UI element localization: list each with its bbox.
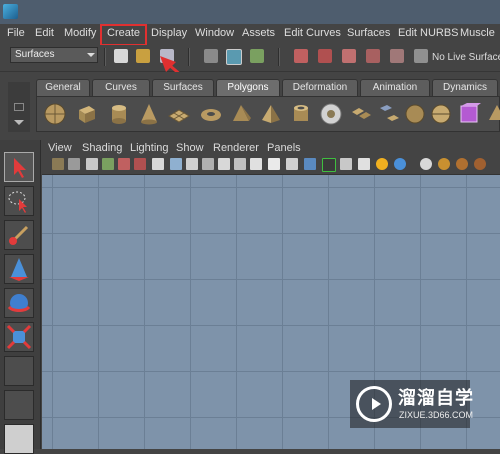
poly-cone-icon[interactable] xyxy=(137,102,161,126)
paint-brush-icon xyxy=(9,225,29,245)
anti-aliasing-icon[interactable] xyxy=(456,158,468,170)
shelf-tab-dynamics[interactable]: Dynamics xyxy=(432,79,498,96)
shelf-tab-polygons[interactable]: Polygons xyxy=(216,79,280,96)
poly-sphere-icon[interactable] xyxy=(43,102,67,126)
watermark-logo-icon xyxy=(356,386,392,422)
shelf-handle[interactable] xyxy=(8,82,30,132)
scale-icon xyxy=(6,324,32,350)
panel-menu-bar: View Shading Lighting Show Renderer Pane… xyxy=(42,140,500,156)
shadows-icon[interactable] xyxy=(394,158,406,170)
poly-extrude-icon[interactable] xyxy=(485,102,500,126)
paint-select-tool[interactable] xyxy=(4,220,34,250)
watermark: 溜溜自学 ZIXUE.3D66.COM xyxy=(350,380,474,428)
panel-menu-panels[interactable]: Panels xyxy=(267,142,301,154)
panel-menu-renderer[interactable]: Renderer xyxy=(213,142,259,154)
grease-pencil-icon[interactable] xyxy=(134,158,146,170)
camera-attributes-icon[interactable] xyxy=(68,158,80,170)
panel-menu-view[interactable]: View xyxy=(48,142,72,154)
screen-space-ao-icon[interactable] xyxy=(420,158,432,170)
resolution-gate-icon[interactable] xyxy=(186,158,198,170)
shelf-tab-curves[interactable]: Curves xyxy=(92,79,150,96)
move-icon xyxy=(9,258,29,281)
film-gate-icon[interactable] xyxy=(170,158,182,170)
scale-tool[interactable] xyxy=(4,322,34,352)
smooth-shade-icon[interactable] xyxy=(304,158,316,170)
shelf-options-icon[interactable] xyxy=(14,120,24,125)
two-d-pan-icon[interactable] xyxy=(118,158,130,170)
play-icon xyxy=(372,398,381,410)
poly-soccer-ball-icon[interactable] xyxy=(319,102,343,126)
panel-menu-lighting[interactable]: Lighting xyxy=(130,142,169,154)
poly-pyramid-icon[interactable] xyxy=(259,102,283,126)
camera-icon[interactable] xyxy=(52,158,64,170)
panel-menu-show[interactable]: Show xyxy=(176,142,204,154)
depth-of-field-icon[interactable] xyxy=(474,158,486,170)
poly-cylinder-icon[interactable] xyxy=(107,102,131,126)
shelf-tab-animation[interactable]: Animation xyxy=(360,79,430,96)
text-icon[interactable] xyxy=(268,158,280,170)
poly-smooth-icon[interactable] xyxy=(429,102,453,126)
rotate-tool[interactable] xyxy=(4,288,34,318)
xray-icon[interactable] xyxy=(358,158,370,170)
poly-mirror-cube-icon[interactable] xyxy=(457,102,481,126)
lasso-icon xyxy=(8,191,27,213)
watermark-url: ZIXUE.3D66.COM xyxy=(399,410,474,420)
safe-action-icon[interactable] xyxy=(234,158,246,170)
shelf-tab-deformation[interactable]: Deformation xyxy=(282,79,358,96)
panel-menu-shading[interactable]: Shading xyxy=(82,142,122,154)
shelf-tab-general[interactable]: General xyxy=(36,79,90,96)
grid-icon[interactable] xyxy=(152,158,164,170)
lasso-tool[interactable] xyxy=(4,186,34,216)
image-plane-icon[interactable] xyxy=(102,158,114,170)
use-all-lights-icon[interactable] xyxy=(376,158,388,170)
select-tool[interactable] xyxy=(4,152,34,182)
poly-cube-icon[interactable] xyxy=(75,102,99,126)
shelf-menu-icon[interactable] xyxy=(14,103,24,111)
last-tool[interactable] xyxy=(4,356,34,386)
layout-tool[interactable] xyxy=(4,390,34,420)
safe-title-icon[interactable] xyxy=(250,158,262,170)
bookmarks-icon[interactable] xyxy=(86,158,98,170)
poly-plane-icon[interactable] xyxy=(167,102,191,126)
viewport-toolbar xyxy=(42,156,500,175)
poly-torus-icon[interactable] xyxy=(199,102,223,126)
move-tool[interactable] xyxy=(4,254,34,284)
wireframe-on-shaded-icon[interactable] xyxy=(322,158,336,172)
wireframe-icon[interactable] xyxy=(286,158,298,170)
motion-blur-icon[interactable] xyxy=(438,158,450,170)
toolbox xyxy=(0,140,41,454)
poly-sphere-alt-icon[interactable] xyxy=(403,102,427,126)
poly-separate-icon[interactable] xyxy=(377,102,401,126)
watermark-title: 溜溜自学 xyxy=(398,388,474,408)
field-chart-icon[interactable] xyxy=(218,158,230,170)
poly-pipe-icon[interactable] xyxy=(289,102,313,126)
poly-prism-icon[interactable] xyxy=(229,102,253,126)
layout-single-view-icon[interactable] xyxy=(4,424,34,454)
shelf-icon-row xyxy=(36,96,500,132)
select-arrow-icon xyxy=(14,158,26,178)
shelf-tab-surfaces[interactable]: Surfaces xyxy=(152,79,214,96)
gate-mask-icon[interactable] xyxy=(202,158,214,170)
poly-combine-icon[interactable] xyxy=(349,102,373,126)
rotate-icon xyxy=(7,294,31,312)
textured-icon[interactable] xyxy=(340,158,352,170)
